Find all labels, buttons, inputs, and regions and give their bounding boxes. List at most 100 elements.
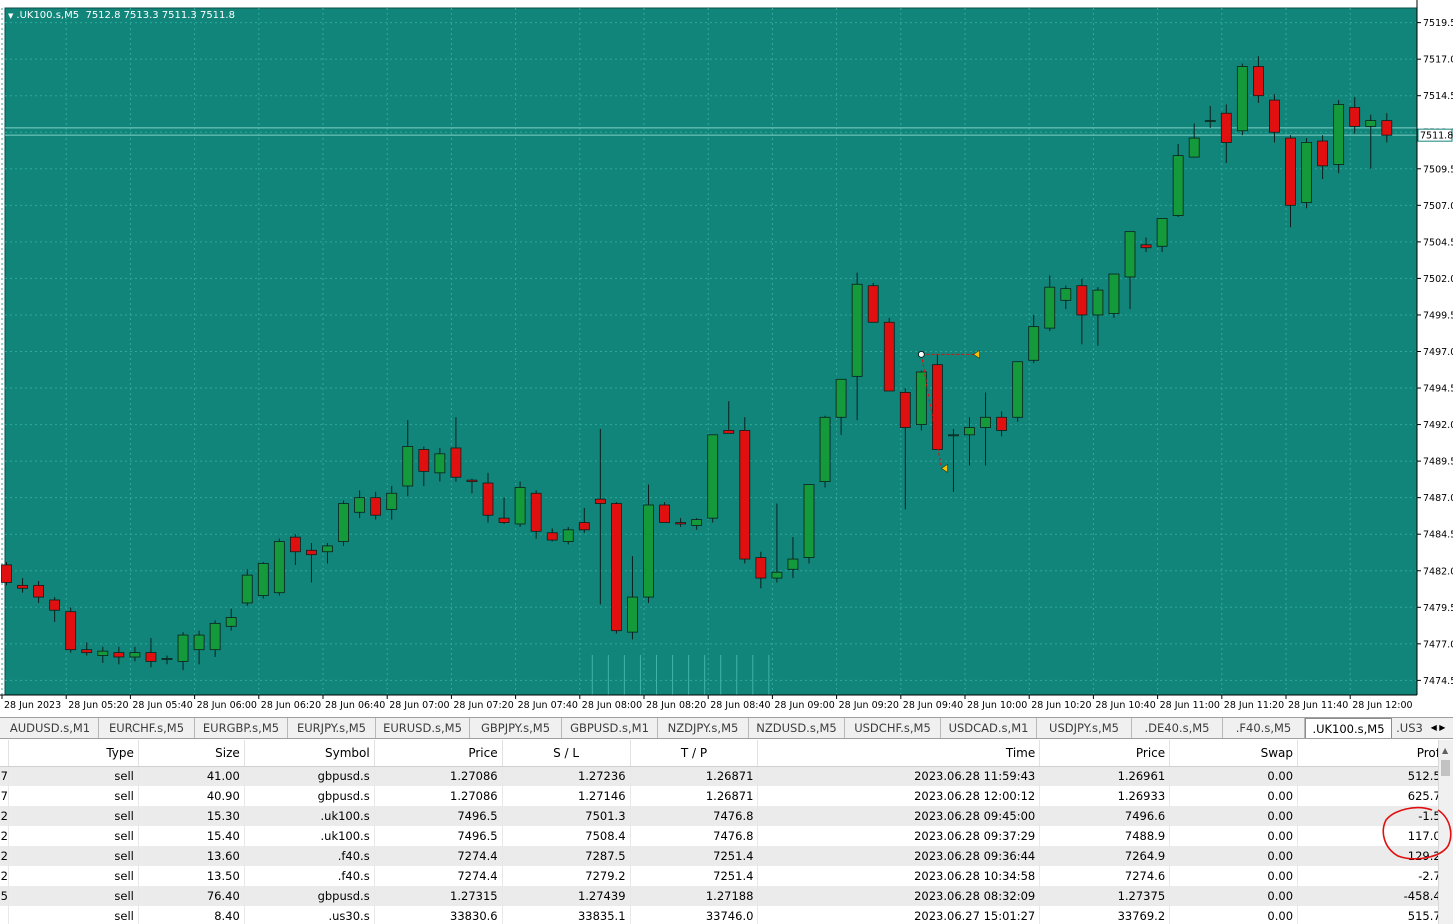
bull-candle[interactable] xyxy=(97,650,109,656)
bull-candle[interactable] xyxy=(1204,120,1216,122)
bear-candle[interactable] xyxy=(867,285,879,323)
column-header-time[interactable]: Time xyxy=(757,740,1041,767)
chart-tab[interactable]: EURGBP.s,M5 xyxy=(195,718,288,738)
bull-candle[interactable] xyxy=(1060,288,1072,301)
trade-row[interactable]: 7 sell 41.00 gbpusd.s 1.27086 1.27236 1.26871 2… xyxy=(0,766,1453,786)
bull-candle[interactable] xyxy=(225,617,237,627)
chart-tab[interactable]: AUDUSD.s,M1 xyxy=(2,718,99,738)
bull-candle[interactable] xyxy=(1236,66,1248,132)
column-header-profit[interactable]: Profit xyxy=(1297,740,1453,767)
bear-candle[interactable] xyxy=(739,430,751,560)
bull-candle[interactable] xyxy=(257,563,269,597)
bear-candle[interactable] xyxy=(306,549,317,556)
scrollbar-thumb[interactable] xyxy=(1441,760,1450,776)
bull-candle[interactable] xyxy=(915,371,927,425)
bear-candle[interactable] xyxy=(1140,244,1152,249)
column-header-sl[interactable]: S / L xyxy=(502,740,631,767)
trade-row[interactable]: sell 8.40 .us30.s 33830.6 33835.1 33746.0 2023… xyxy=(0,906,1453,924)
candlestick-chart[interactable]: 7519.57517.07514.57512.07509.57507.07504… xyxy=(0,0,1453,717)
chart-tab[interactable]: NZDJPY.s,M5 xyxy=(658,718,749,738)
bear-candle[interactable] xyxy=(659,504,670,523)
bull-candle[interactable] xyxy=(980,416,991,428)
bear-candle[interactable] xyxy=(1253,66,1264,97)
trade-row[interactable]: 2 sell 15.40 .uk100.s 7496.5 7508.4 7476.8 2023… xyxy=(0,826,1453,846)
bear-candle[interactable] xyxy=(883,321,895,392)
bear-candle[interactable] xyxy=(1076,285,1088,316)
trade-row[interactable]: 2 sell 13.60 .f40.s 7274.4 7287.5 7251.4 2023.0… xyxy=(0,846,1453,866)
bear-candle[interactable] xyxy=(498,517,510,523)
bear-candle[interactable] xyxy=(611,503,622,632)
chart-tab[interactable]: EURJPY.s,M5 xyxy=(288,718,376,738)
bull-candle[interactable] xyxy=(1333,104,1345,165)
bear-candle[interactable] xyxy=(482,482,494,516)
price-chart[interactable]: 7519.57517.07514.57512.07509.57507.07504… xyxy=(0,0,1453,717)
bear-candle[interactable] xyxy=(1285,137,1296,206)
bull-candle[interactable] xyxy=(964,427,975,436)
bull-candle[interactable] xyxy=(1172,155,1184,216)
bull-candle[interactable] xyxy=(771,571,783,579)
column-header-tp[interactable]: T / P xyxy=(630,740,759,767)
scroll-left-icon[interactable]: ◀ xyxy=(1431,723,1437,732)
bull-candle[interactable] xyxy=(1365,120,1377,127)
bear-candle[interactable] xyxy=(899,392,911,428)
bull-candle[interactable] xyxy=(1124,231,1136,278)
bear-candle[interactable] xyxy=(755,557,767,579)
bull-candle[interactable] xyxy=(851,283,863,377)
chart-tab[interactable]: USDCHF.s,M5 xyxy=(845,718,941,738)
bear-candle[interactable] xyxy=(17,584,28,589)
trade-row[interactable]: 7 sell 40.90 gbpusd.s 1.27086 1.27146 1.26871 2… xyxy=(0,786,1453,806)
chart-tab[interactable]: .UK100.s,M5 xyxy=(1305,718,1392,738)
bull-candle[interactable] xyxy=(948,434,959,437)
bear-candle[interactable] xyxy=(1220,112,1232,143)
terminal-scrollbar[interactable]: ▲ xyxy=(1438,740,1453,924)
bull-candle[interactable] xyxy=(177,634,189,662)
bull-candle[interactable] xyxy=(241,574,253,604)
bull-candle[interactable] xyxy=(819,416,831,482)
collapse-triangle-icon[interactable]: ▼ xyxy=(8,12,13,20)
bear-candle[interactable] xyxy=(289,536,301,553)
bear-candle[interactable] xyxy=(145,652,157,662)
column-header-close-price[interactable]: Price xyxy=(1039,740,1171,767)
bull-candle[interactable] xyxy=(273,541,285,594)
bull-candle[interactable] xyxy=(643,504,654,598)
chart-tab[interactable]: NZDUSD.s,M5 xyxy=(749,718,845,738)
column-header-swap[interactable]: Swap xyxy=(1169,740,1299,767)
trade-entry-marker[interactable] xyxy=(917,350,925,358)
bear-candle[interactable] xyxy=(49,599,61,611)
bull-candle[interactable] xyxy=(627,596,638,633)
bear-candle[interactable] xyxy=(546,532,558,541)
bear-candle[interactable] xyxy=(418,449,430,472)
bull-candle[interactable] xyxy=(402,446,414,487)
bear-candle[interactable] xyxy=(65,611,77,651)
bear-candle[interactable] xyxy=(578,522,590,531)
column-header-type[interactable]: Type xyxy=(8,740,139,767)
bull-candle[interactable] xyxy=(1188,137,1200,158)
bull-candle[interactable] xyxy=(514,487,526,525)
bear-candle[interactable] xyxy=(1381,120,1393,136)
bull-candle[interactable] xyxy=(562,529,574,542)
chart-tab[interactable]: USDJPY.s,M5 xyxy=(1037,718,1132,738)
bull-candle[interactable] xyxy=(1012,361,1024,418)
bear-candle[interactable] xyxy=(466,479,478,482)
bull-candle[interactable] xyxy=(835,378,847,418)
bull-candle[interactable] xyxy=(707,434,719,519)
bear-candle[interactable] xyxy=(81,649,93,654)
bull-candle[interactable] xyxy=(1044,286,1056,329)
bear-candle[interactable] xyxy=(723,430,735,434)
column-header-order[interactable] xyxy=(0,740,9,767)
bull-candle[interactable] xyxy=(1108,273,1120,314)
bull-candle[interactable] xyxy=(161,658,173,660)
bull-candle[interactable] xyxy=(803,484,815,558)
bull-candle[interactable] xyxy=(209,622,221,651)
chart-tab[interactable]: EURCHF.s,M5 xyxy=(99,718,195,738)
bull-candle[interactable] xyxy=(386,492,398,510)
bull-candle[interactable] xyxy=(338,503,349,542)
bear-candle[interactable] xyxy=(594,498,606,504)
chart-tab[interactable]: GBPJPY.s,M5 xyxy=(470,718,562,738)
scroll-up-icon[interactable]: ▲ xyxy=(1442,746,1448,755)
chart-tab[interactable]: USDCAD.s,M1 xyxy=(941,718,1037,738)
bear-candle[interactable] xyxy=(996,416,1007,431)
trade-row[interactable]: 2 sell 13.50 .f40.s 7274.4 7279.2 7251.4 2023.0… xyxy=(0,866,1453,886)
bear-candle[interactable] xyxy=(33,584,44,598)
column-header-price[interactable]: Price xyxy=(374,740,503,767)
